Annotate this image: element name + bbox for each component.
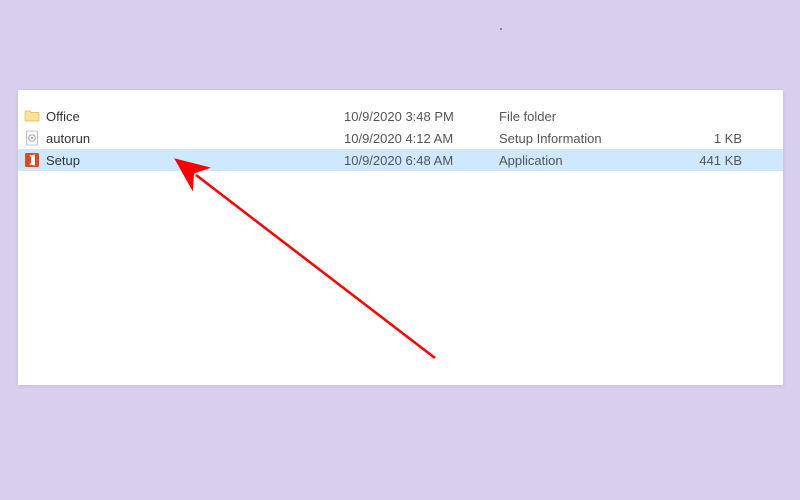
decorative-dot	[500, 28, 502, 30]
file-date: 10/9/2020 4:12 AM	[344, 131, 499, 146]
file-row-office[interactable]: Office 10/9/2020 3:48 PMFile folder	[18, 105, 783, 127]
file-name: Setup	[46, 153, 80, 168]
file-size: 441 KB	[659, 153, 754, 168]
file-type: Setup Information	[499, 131, 659, 146]
file-explorer-panel: Office 10/9/2020 3:48 PMFile folder autoru…	[18, 90, 783, 385]
file-name: Office	[46, 109, 80, 124]
folder-icon	[24, 108, 40, 124]
file-type: Application	[499, 153, 659, 168]
inf-icon	[24, 130, 40, 146]
file-size: 1 KB	[659, 131, 754, 146]
file-row-setup[interactable]: Setup 10/9/2020 6:48 AMApplication441 KB	[18, 149, 783, 171]
file-name: autorun	[46, 131, 90, 146]
file-type: File folder	[499, 109, 659, 124]
file-date: 10/9/2020 3:48 PM	[344, 109, 499, 124]
file-list: Office 10/9/2020 3:48 PMFile folder autoru…	[18, 90, 783, 171]
office-icon	[24, 152, 40, 168]
file-date: 10/9/2020 6:48 AM	[344, 153, 499, 168]
file-row-autorun[interactable]: autorun 10/9/2020 4:12 AMSetup Informatio…	[18, 127, 783, 149]
